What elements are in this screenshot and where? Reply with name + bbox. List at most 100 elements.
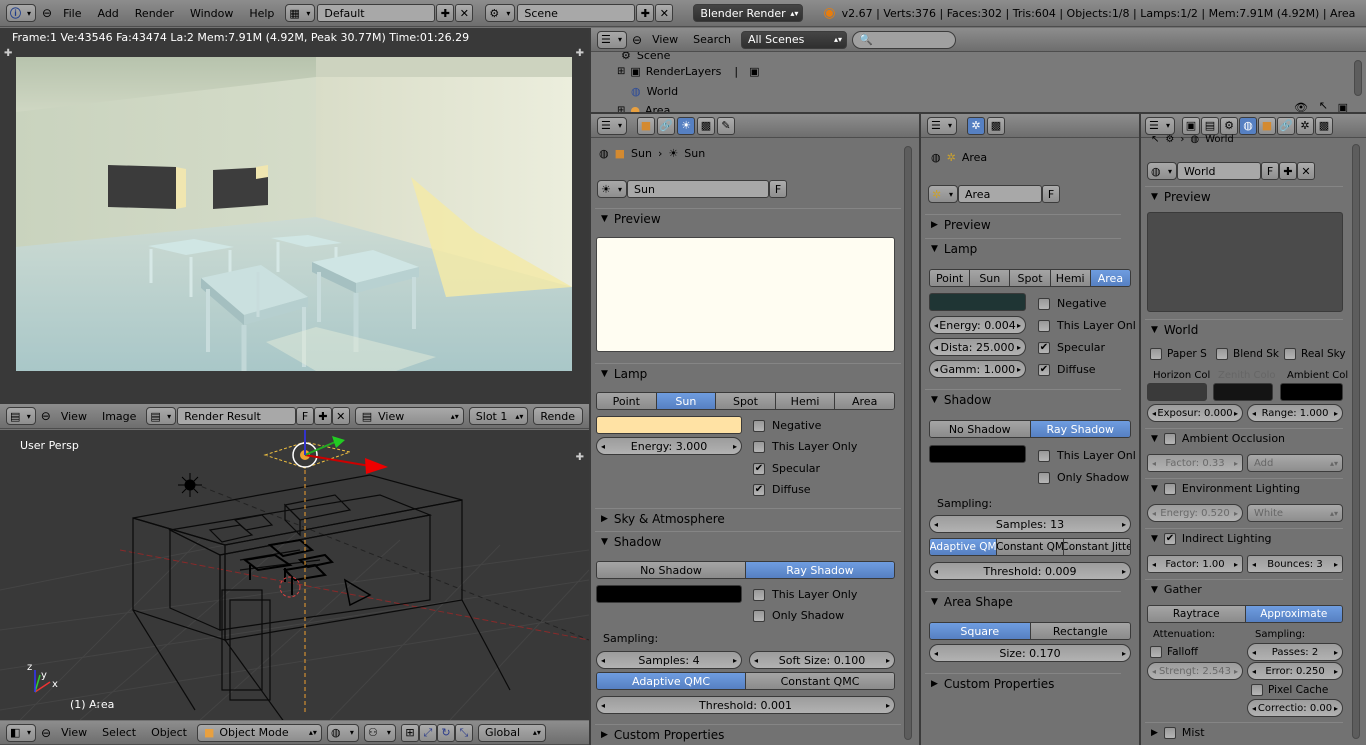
gamma-field[interactable]: Gamm: 1.000 [929, 360, 1026, 378]
negative-checkbox[interactable]: Negative [753, 419, 821, 432]
panel-mist-header[interactable]: ▶ Mist [1145, 722, 1343, 742]
checkbox-box[interactable] [1038, 319, 1050, 332]
checkbox-box[interactable]: ✔ [1163, 532, 1176, 545]
properties-world-scrollbar[interactable] [1352, 144, 1360, 739]
mode-select[interactable]: ■ Object Mode ▴▾ [196, 723, 322, 742]
env-energy-field[interactable]: Energy: 0.520 [1147, 504, 1243, 522]
render-layer-select[interactable]: Rende [533, 407, 583, 425]
shadow-color-swatch[interactable] [596, 585, 742, 603]
panel-ao-header[interactable]: ▼ Ambient Occlusion [1145, 428, 1343, 448]
area-corner-plus-icon-right[interactable]: ✚ [576, 48, 584, 59]
lamp-name-field[interactable]: Area [958, 185, 1042, 203]
remove-screen-button[interactable]: ✕ [455, 4, 474, 22]
pin-icon[interactable]: ◍ [599, 147, 609, 160]
tab-constraints-icon[interactable]: 🔗 [657, 116, 675, 135]
menu-view[interactable]: View [56, 726, 92, 739]
screen-layout-icon-select[interactable]: ▦ ▾ [285, 4, 316, 22]
orientation-select[interactable]: Global ▴▾ [477, 723, 546, 742]
mist-enable-checkbox[interactable] [1163, 726, 1176, 739]
world-name-field[interactable]: World [1177, 162, 1261, 180]
checkbox-box[interactable] [1163, 482, 1176, 495]
slot-select[interactable]: Slot 1 ▴▾ [468, 407, 529, 425]
lamp-type-hemi[interactable]: Hemi [1050, 270, 1091, 286]
samples-field[interactable]: Samples: 13 [929, 515, 1131, 533]
lamp-browse-select[interactable]: ✲ ▾ [928, 185, 958, 203]
area-corner-plus-icon[interactable]: ✚ [4, 48, 12, 59]
tab-object-icon[interactable]: ■ [1258, 116, 1276, 135]
tab-lamp-data-icon[interactable]: ☀ [677, 116, 695, 135]
panel-shadow-header[interactable]: ▼ Shadow [595, 531, 901, 551]
scale-icon[interactable]: ⤡ [454, 723, 473, 742]
energy-field[interactable]: Energy: 0.004 [929, 316, 1026, 334]
menu-object[interactable]: Object [146, 726, 192, 739]
scene-icon-select[interactable]: ⚙ ▾ [485, 4, 516, 22]
editor-type-properties[interactable]: ☰ ▾ [1145, 116, 1175, 135]
exposure-field[interactable]: Exposur: 0.000 [1147, 404, 1243, 422]
negative-checkbox[interactable]: Negative [1038, 297, 1106, 310]
falloff-checkbox[interactable]: Falloff [1150, 646, 1198, 658]
menu-select[interactable]: Select [97, 726, 141, 739]
collapse-icon[interactable]: ⊖ [632, 33, 642, 47]
tab-object-icon[interactable]: ■ [637, 116, 655, 135]
strength-field[interactable]: Strengt: 2.543 [1147, 662, 1243, 680]
image-name-field[interactable]: Render Result [177, 407, 297, 425]
image-editor-area[interactable]: Frame:1 Ve:43546 Fa:43474 La:2 Mem:7.91M… [0, 28, 589, 404]
panel-area-shape-header[interactable]: ▼ Area Shape [925, 591, 1121, 611]
lamp-color-swatch[interactable] [596, 416, 742, 434]
checkbox-box[interactable] [753, 609, 765, 622]
cursor-icon[interactable]: ↖ [1319, 99, 1328, 112]
image-browse-select[interactable]: ▤ ▾ [146, 407, 177, 425]
outliner-search-input[interactable]: 🔍 [851, 30, 956, 49]
checkbox-box[interactable] [1150, 646, 1162, 658]
passes-field[interactable]: Passes: 2 [1247, 643, 1343, 661]
checkbox-box[interactable]: ✔ [1038, 341, 1050, 354]
area-shape-toggle[interactable]: Square Rectangle [929, 622, 1131, 640]
collapse-icon[interactable]: ⊖ [41, 726, 51, 740]
indirect-bounces-field[interactable]: Bounces: 3 [1247, 555, 1343, 573]
fake-user-button[interactable]: F [1261, 162, 1279, 180]
lamp-type-toggle[interactable]: Point Sun Spot Hemi Area [929, 269, 1131, 287]
shadow-type-toggle[interactable]: No Shadow Ray Shadow [929, 420, 1131, 438]
panel-lamp-header[interactable]: ▼ Lamp [925, 238, 1121, 258]
rotate-icon[interactable]: ↻ [436, 723, 455, 742]
panel-preview-header[interactable]: ▶ Preview [925, 214, 1121, 234]
tab-world-icon[interactable]: ◍ [1239, 116, 1257, 135]
no-shadow-button[interactable]: No Shadow [597, 562, 746, 578]
panel-preview-header[interactable]: ▼ Preview [1145, 186, 1343, 206]
lamp-type-area[interactable]: Area [835, 393, 894, 409]
editor-type-outliner[interactable]: ☰ ▾ [597, 30, 627, 49]
panel-env-header[interactable]: ▼ Environment Lighting [1145, 478, 1343, 498]
qmc-type-toggle[interactable]: Adaptive QMC Constant QMC [596, 672, 895, 690]
panel-gather-header[interactable]: ▼ Gather [1145, 579, 1343, 599]
tab-scene-icon[interactable]: ⚙ [1220, 116, 1238, 135]
menu-view[interactable]: View [647, 33, 683, 46]
checkbox-box[interactable] [1163, 432, 1176, 445]
pixel-cache-checkbox[interactable]: Pixel Cache [1251, 684, 1328, 696]
blend-sky-checkbox[interactable]: Blend Sk [1216, 348, 1279, 360]
paper-sky-checkbox[interactable]: Paper S [1150, 348, 1207, 360]
diffuse-checkbox[interactable]: ✔ Diffuse [753, 483, 811, 496]
panel-indirect-header[interactable]: ▼ ✔ Indirect Lighting [1145, 528, 1343, 548]
checkbox-box[interactable] [753, 419, 765, 432]
shading-select[interactable]: ◍ ▾ [326, 723, 359, 742]
checkbox-box[interactable]: ✔ [1038, 363, 1050, 376]
scene-field[interactable]: Scene [517, 4, 636, 22]
ambient-color-swatch[interactable] [1280, 383, 1343, 401]
render-engine-select[interactable]: Blender Render ▴▾ [693, 4, 804, 22]
menu-search[interactable]: Search [688, 33, 736, 46]
outliner-row-world[interactable]: ◍ World [631, 82, 678, 100]
pin-icon[interactable]: ◍ [931, 151, 941, 164]
qmc-type-toggle[interactable]: Adaptive QM Constant QM Constant Jitte [929, 538, 1131, 556]
shadow-this-layer-checkbox[interactable]: This Layer Only [753, 588, 857, 601]
fake-user-button[interactable]: F [1042, 185, 1060, 203]
add-scene-button[interactable]: ✚ [636, 4, 655, 22]
adaptive-qmc-button[interactable]: Adaptive QM [930, 539, 997, 555]
editor-type-info[interactable]: ⓘ ▾ [6, 4, 36, 22]
checkbox-box[interactable] [1284, 348, 1296, 360]
only-shadow-checkbox[interactable]: Only Shadow [753, 609, 844, 622]
approximate-button[interactable]: Approximate [1245, 606, 1342, 622]
unlink-world-button[interactable]: ✕ [1297, 162, 1315, 180]
lamp-type-hemi[interactable]: Hemi [775, 393, 836, 409]
unlink-image-button[interactable]: ✕ [331, 407, 350, 425]
lamp-type-toggle[interactable]: Point Sun Spot Hemi Area [596, 392, 895, 410]
